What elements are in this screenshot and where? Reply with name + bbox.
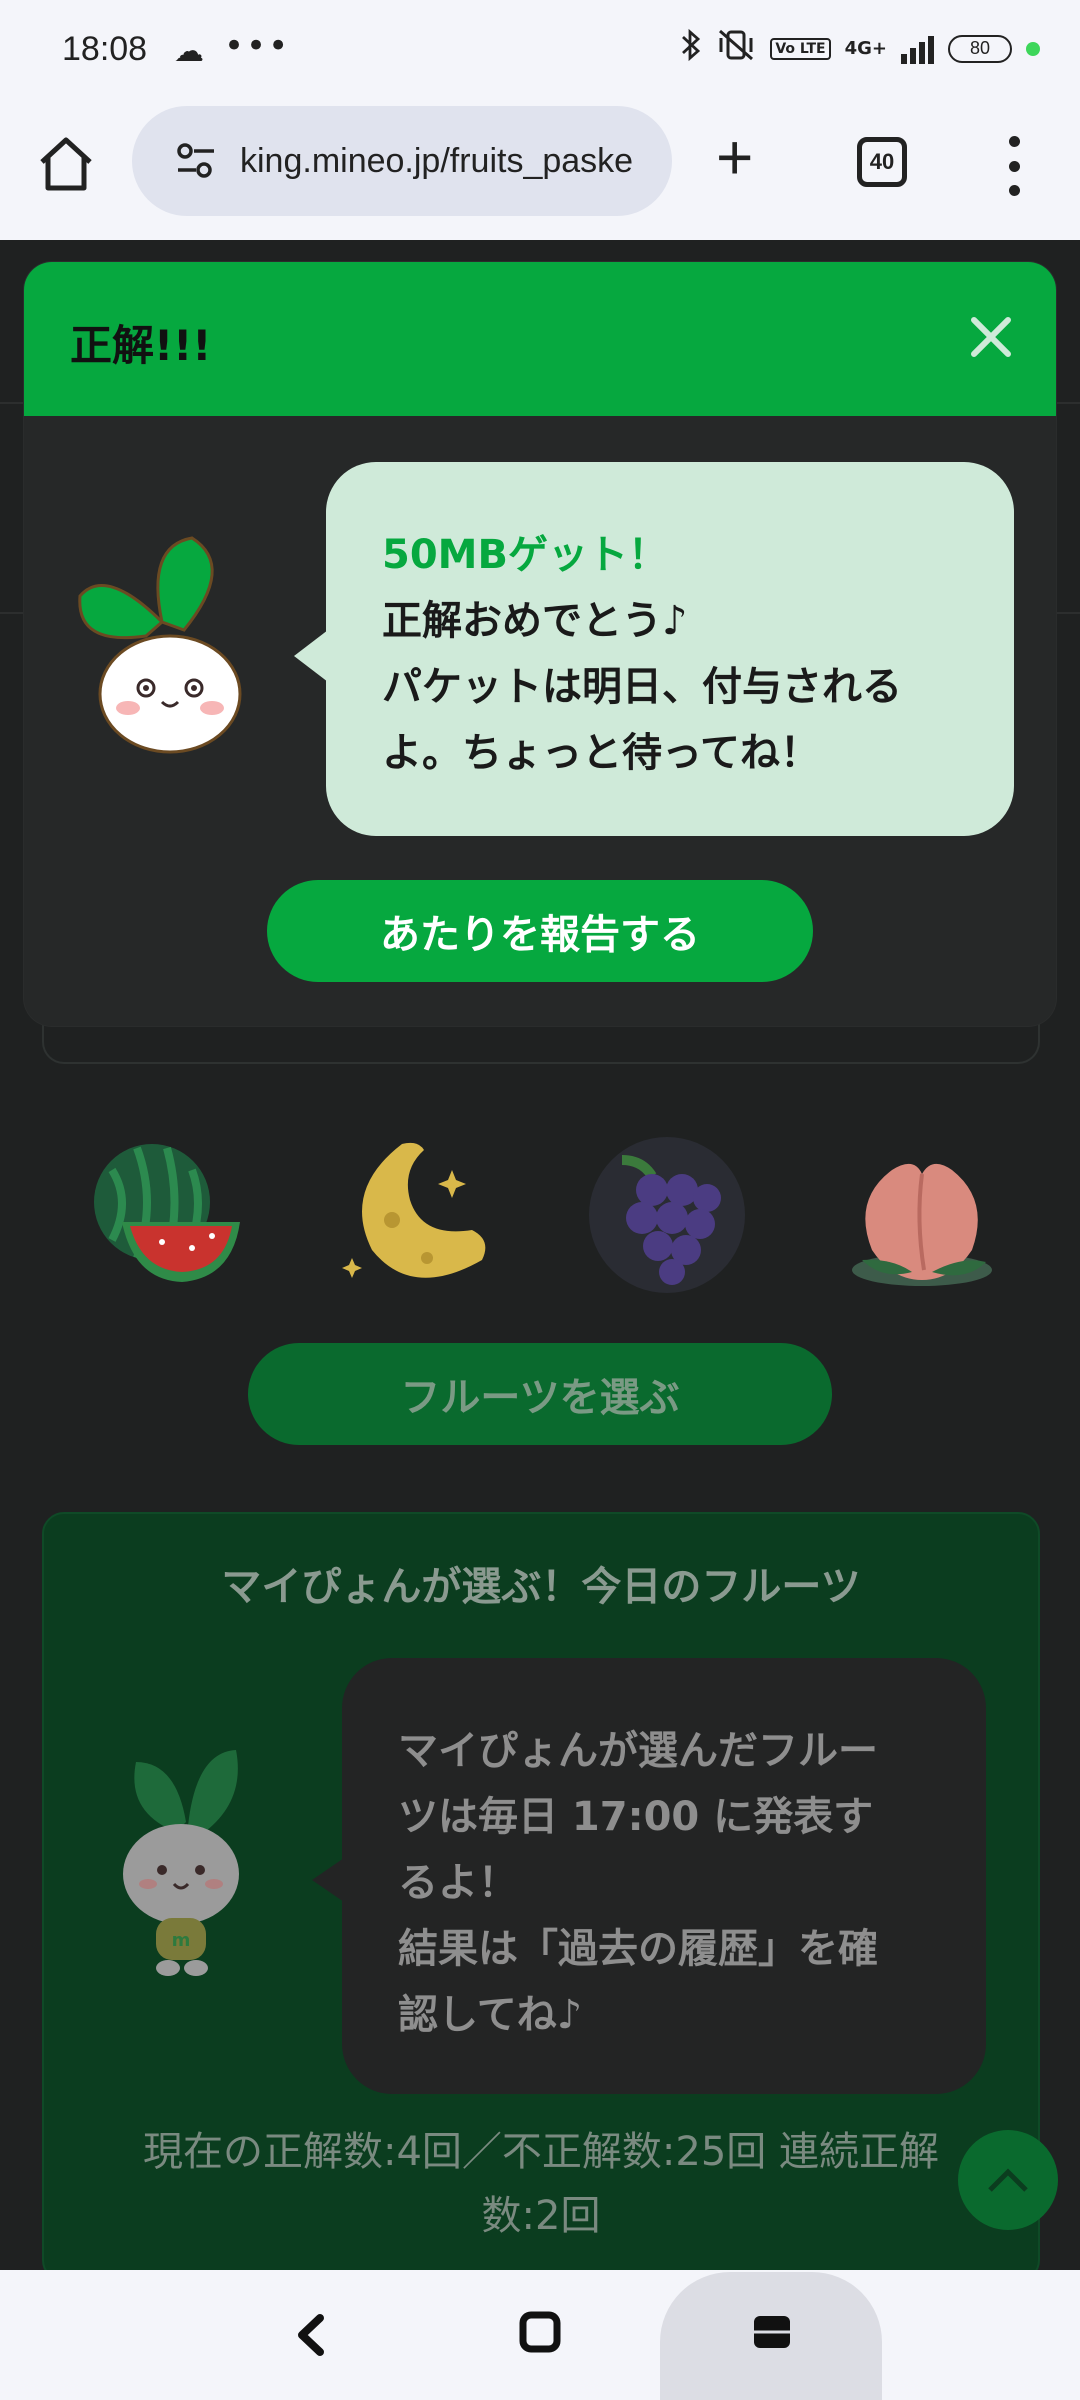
- result-message-line: パケットは明日、付与される: [382, 664, 902, 710]
- modal-header: 正解!!!: [24, 262, 1056, 416]
- mypyon-title: マイぴょんが選ぶ！今日のフルーツ: [221, 1564, 861, 1610]
- browser-toolbar: king.mineo.jp/fruits_paske + 40: [0, 100, 1080, 240]
- network-type: 4G+: [844, 37, 887, 59]
- mypyon-message-line: ツは毎日 17:00 に発表す: [398, 1794, 874, 1840]
- home-icon[interactable]: [34, 132, 98, 196]
- mypyon-message-line: 認してね♪: [398, 1992, 583, 2038]
- cloud-icon: ☁: [174, 34, 204, 69]
- chevron-up-icon: [988, 2168, 1028, 2192]
- new-tab-icon[interactable]: +: [716, 122, 753, 192]
- mypyon-character-icon: [78, 536, 242, 754]
- status-time: 18:08: [62, 30, 148, 68]
- stats-line: 現在の正解数:4回／不正解数:25回 連続正解: [142, 2129, 939, 2175]
- url-text[interactable]: king.mineo.jp/fruits_paske: [240, 142, 633, 181]
- mypyon-message-line: マイぴょんが選んだフルー: [398, 1728, 878, 1774]
- url-bar[interactable]: king.mineo.jp/fruits_paske: [132, 106, 672, 216]
- site-settings-icon[interactable]: [174, 139, 218, 183]
- mypyon-speech-bubble: マイぴょんが選んだフルー ツは毎日 17:00 に発表す るよ！ 結果は「過去の…: [312, 1658, 986, 2094]
- peach-icon[interactable]: [832, 1130, 1002, 1300]
- volte-icon: Vo LTE: [770, 37, 831, 60]
- result-modal: 正解!!! 50MBゲット！ 正解おめでとう♪ パケットは明日、付与される よ。…: [24, 262, 1056, 1026]
- privacy-indicator-icon: [1026, 41, 1040, 56]
- moon-icon[interactable]: [332, 1130, 502, 1300]
- close-icon[interactable]: [966, 312, 1016, 362]
- result-message-line: よ。ちょっと待ってね！: [382, 730, 820, 776]
- result-message-line: 正解おめでとう♪: [382, 598, 688, 644]
- vibrate-off-icon: [716, 28, 756, 69]
- bluetooth-icon: [680, 28, 702, 69]
- watermelon-icon[interactable]: [82, 1130, 252, 1300]
- system-nav-bar: [0, 2270, 1080, 2400]
- svg-text:m: m: [172, 1930, 191, 1951]
- signal-icon: [901, 34, 934, 64]
- recents-icon[interactable]: [752, 2312, 792, 2352]
- answer-stats: 現在の正解数:4回／不正解数:25回 連続正解 数:2回: [44, 2120, 1038, 2248]
- report-win-button[interactable]: あたりを報告する: [267, 880, 813, 982]
- status-bar: 18:08 ☁ ••• Vo LTE 4G+ 80: [0, 0, 1080, 100]
- scroll-to-top-button[interactable]: [958, 2130, 1058, 2230]
- home-nav-icon[interactable]: [518, 2310, 562, 2354]
- grape-icon[interactable]: [582, 1130, 752, 1300]
- modal-title: 正解!!!: [70, 321, 212, 370]
- choose-fruit-button[interactable]: フルーツを選ぶ: [248, 1343, 832, 1445]
- back-icon[interactable]: [290, 2310, 334, 2360]
- reward-text: 50MBゲット！: [382, 532, 668, 578]
- mypyon-character-icon: m: [123, 1750, 239, 1976]
- tab-switcher-button[interactable]: 40: [857, 137, 907, 187]
- mypyon-message-line: るよ！: [398, 1860, 518, 1906]
- more-notifications-icon: •••: [224, 26, 291, 66]
- stats-line: 数:2回: [481, 2193, 601, 2239]
- mypyon-section: マイぴょんが選ぶ！今日のフルーツ m マイぴょんが選んだフルー ツは毎日 17:…: [42, 1512, 1040, 2282]
- more-menu-icon[interactable]: [1004, 136, 1024, 196]
- status-icons: Vo LTE 4G+ 80: [680, 28, 1040, 69]
- mypyon-message-line: 結果は「過去の履歴」を確: [398, 1926, 878, 1972]
- battery-icon: 80: [948, 34, 1012, 63]
- result-speech-bubble: 50MBゲット！ 正解おめでとう♪ パケットは明日、付与される よ。ちょっと待っ…: [294, 462, 1014, 836]
